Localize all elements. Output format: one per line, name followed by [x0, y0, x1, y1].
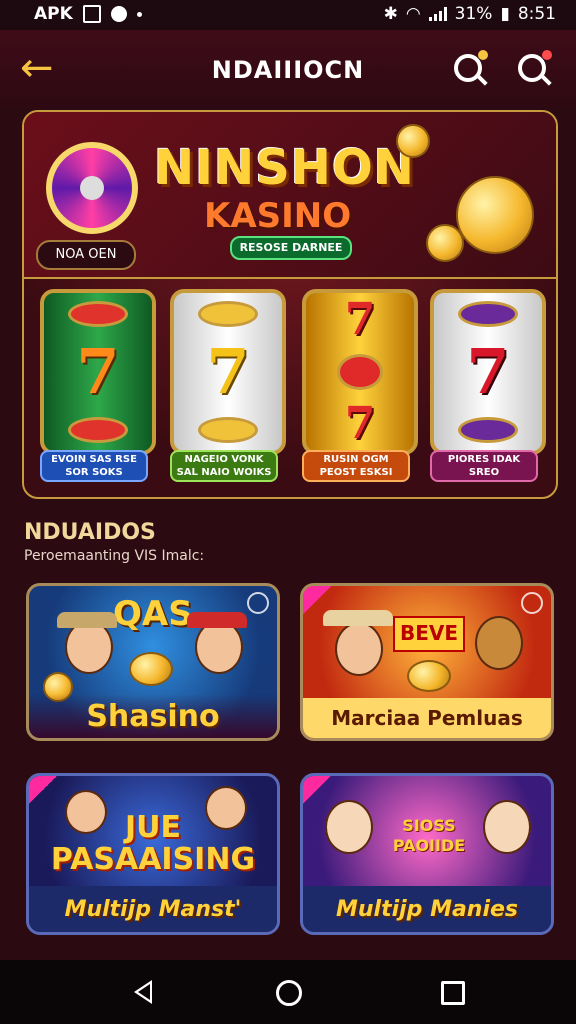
reel-symbol-icon	[337, 354, 383, 390]
card-title: Marciaa Pemluas	[303, 698, 551, 738]
hero-pill-button[interactable]: NOA OEN	[36, 240, 136, 270]
reel-button-4[interactable]: PIORES IDAK SREO	[430, 450, 538, 482]
game-card[interactable]: SIOSS PAOIIDE Multijp Manies	[300, 773, 554, 935]
signal-icon	[428, 7, 447, 21]
reel-symbol-icon	[458, 301, 518, 328]
coin-stack-icon	[129, 652, 173, 686]
seven-icon: 7	[466, 334, 510, 408]
info-icon[interactable]	[247, 592, 269, 614]
hero-ribbon: RESOSE DARNEE	[230, 236, 352, 260]
character-icon	[483, 800, 531, 854]
coin-icon	[456, 176, 534, 254]
ribbon-icon	[303, 586, 331, 614]
seven-icon: 7	[76, 334, 120, 408]
search-icon	[518, 54, 546, 82]
character-icon	[195, 620, 243, 674]
carrier-label: APK	[34, 4, 73, 24]
seven-icon: 7	[344, 398, 376, 449]
game-card[interactable]: JUE PASAAISING Multijp Manst'	[26, 773, 280, 935]
status-right: ✱ ◠ 31% ▮ 8:51	[384, 4, 556, 24]
section-title: NDUAIDOS	[24, 520, 156, 545]
more-notifications-icon	[136, 11, 142, 17]
hat-icon	[187, 612, 247, 628]
reel-button-2[interactable]: NAGEIO VONK SAL NAIO WOIKS	[170, 450, 278, 482]
ribbon-icon	[303, 776, 331, 804]
vpn-icon	[110, 6, 127, 22]
card-artwork: SIOSS PAOIIDE	[303, 776, 551, 888]
nav-back-button[interactable]	[130, 978, 158, 1006]
search-alt-button[interactable]	[514, 50, 554, 90]
hero-banner[interactable]: NINSHON KASINO RESOSE DARNEE NOA OEN 7 7…	[22, 110, 558, 499]
reel-symbol-icon	[68, 301, 128, 328]
slot-reel: 7	[430, 289, 546, 455]
reel-symbol-icon	[68, 416, 128, 443]
hat-icon	[57, 612, 117, 628]
section-subtitle: Peroemaanting VIS Imalc:	[24, 548, 205, 564]
bluetooth-icon: ✱	[383, 4, 398, 24]
card-title: Multijp Manies	[303, 886, 551, 932]
character-icon	[65, 620, 113, 674]
card-artwork: QAS	[29, 586, 277, 702]
search-badge	[478, 50, 488, 60]
character-icon	[205, 786, 247, 830]
notification-badge	[542, 50, 552, 60]
slot-wheel-icon	[46, 142, 138, 234]
battery-label: 31%	[454, 4, 493, 24]
hero-subtitle: KASINO	[204, 196, 352, 236]
card-banner: QAS	[113, 594, 193, 634]
search-icon	[454, 54, 482, 82]
card-banner: BEVE	[393, 616, 465, 652]
character-icon	[335, 622, 383, 676]
reel-symbol-icon	[458, 416, 518, 443]
system-nav-bar	[0, 960, 576, 1024]
coin-icon	[426, 224, 464, 262]
info-icon[interactable]	[521, 592, 543, 614]
status-left: APK	[34, 4, 142, 24]
coin-stack-icon	[407, 660, 451, 692]
hero-header: NINSHON KASINO RESOSE DARNEE NOA OEN	[24, 112, 556, 279]
search-button[interactable]	[450, 50, 490, 90]
ribbon-icon	[29, 776, 57, 804]
back-triangle-icon	[134, 980, 152, 1004]
reel-symbol-icon	[198, 301, 258, 328]
status-bar: APK ✱ ◠ 31% ▮ 8:51	[0, 0, 576, 30]
coin-icon	[396, 124, 430, 158]
card-artwork: JUE PASAAISING	[29, 776, 277, 888]
hat-icon	[323, 610, 393, 626]
game-card[interactable]: QAS Shasino	[26, 583, 280, 741]
character-icon	[65, 790, 107, 834]
recents-square-icon	[441, 981, 465, 1005]
seven-icon: 7	[344, 294, 376, 345]
battery-icon: ▮	[500, 4, 510, 24]
card-title: Shasino	[29, 694, 277, 738]
lion-icon	[475, 616, 523, 670]
home-circle-icon	[276, 980, 302, 1006]
notification-icon	[82, 5, 101, 23]
app-bar: ← NDAIIIOCN	[0, 30, 576, 108]
card-artwork: BEVE	[303, 586, 551, 694]
seven-icon: 7	[206, 334, 250, 408]
slot-reel: 7	[170, 289, 286, 455]
game-card[interactable]: BEVE Marciaa Pemluas	[300, 583, 554, 741]
reel-symbol-icon	[198, 416, 258, 443]
nav-home-button[interactable]	[274, 978, 302, 1006]
card-banner: SIOSS PAOIIDE	[392, 816, 466, 855]
reel-button-1[interactable]: EVOIN SAS RSE SOR SOKS	[40, 450, 148, 482]
clock: 8:51	[517, 4, 556, 24]
character-icon	[325, 800, 373, 854]
nav-recents-button[interactable]	[438, 978, 466, 1006]
card-title: Multijp Manst'	[29, 886, 277, 932]
reel-button-3[interactable]: RUSIN OGM PEOST ESKSI	[302, 450, 410, 482]
wifi-icon: ◠	[405, 4, 421, 24]
slot-reel: 7 7	[302, 289, 418, 455]
slot-reel: 7	[40, 289, 156, 455]
hero-title: NINSHON	[154, 140, 415, 196]
